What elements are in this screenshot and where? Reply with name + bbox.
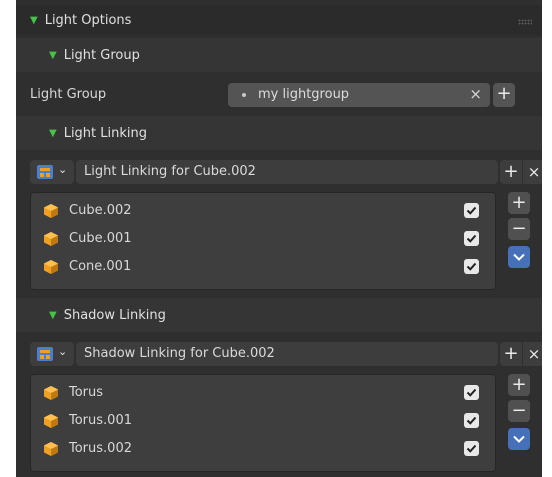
triangle-down-icon: ▼ [30, 14, 38, 26]
left-gutter [0, 0, 16, 477]
shadow-linking-section-label: Shadow Linking [63, 307, 166, 323]
unlink-collection-button[interactable]: × [523, 160, 542, 184]
include-checkbox[interactable] [464, 413, 479, 428]
triangle-down-icon: ▼ [49, 127, 57, 139]
clear-icon[interactable]: × [469, 85, 482, 103]
bullet-icon [242, 93, 246, 97]
light-linking-collection-name: Light Linking for Cube.002 [84, 164, 256, 179]
light-linking-collection-field[interactable]: Light Linking for Cube.002 [76, 160, 498, 184]
properties-frame: ▼ Light Options ▼ Light Group Light Grou… [0, 0, 552, 477]
list-item[interactable]: Torus [39, 381, 487, 405]
light-options-header[interactable]: ▼ Light Options [16, 5, 542, 35]
include-checkbox[interactable] [464, 203, 479, 218]
chevron-down-icon: ⌄ [58, 345, 68, 358]
collection-browse-button[interactable]: ⌄ [30, 160, 74, 184]
collection-browse-button[interactable]: ⌄ [30, 342, 74, 366]
remove-item-button[interactable]: − [508, 400, 530, 422]
checkmark-icon [466, 444, 477, 453]
triangle-down-icon: ▼ [49, 49, 57, 61]
shadow-linking-subpanel-header[interactable]: ▼ Shadow Linking [16, 298, 542, 332]
shadow-linking-collection-field[interactable]: Shadow Linking for Cube.002 [76, 342, 498, 366]
list-item-name: Torus.001 [69, 413, 132, 428]
light-linking-subpanel-header[interactable]: ▼ Light Linking [16, 116, 542, 150]
shadow-linking-collection-bar: ⌄ Shadow Linking for Cube.002 + × [30, 342, 542, 366]
light-options-panel: ▼ Light Options ▼ Light Group Light Grou… [16, 0, 542, 477]
mesh-object-icon [44, 260, 58, 274]
light-group-field[interactable]: my lightgroup × [228, 83, 490, 107]
list-item[interactable]: Torus.002 [39, 437, 487, 461]
mesh-object-icon [44, 232, 58, 246]
mesh-object-icon [44, 204, 58, 218]
list-item-name: Cone.001 [69, 259, 132, 274]
list-item[interactable]: Cube.002 [39, 199, 487, 223]
light-group-section-label: Light Group [63, 47, 140, 63]
list-item-name: Torus.002 [69, 441, 132, 456]
light-group-subpanel-header[interactable]: ▼ Light Group [16, 38, 542, 72]
include-checkbox[interactable] [464, 231, 479, 246]
list-item-name: Cube.001 [69, 231, 132, 246]
list-item[interactable]: Torus.001 [39, 409, 487, 433]
light-linking-section-label: Light Linking [63, 125, 148, 141]
light-linking-collection-bar: ⌄ Light Linking for Cube.002 + × [30, 160, 542, 184]
list-item[interactable]: Cone.001 [39, 255, 487, 279]
chevron-down-icon [513, 253, 525, 261]
mesh-object-icon [44, 386, 58, 400]
include-checkbox[interactable] [464, 385, 479, 400]
light-group-value: my lightgroup [258, 87, 350, 102]
drag-grip-icon[interactable] [518, 19, 532, 25]
add-item-button[interactable]: + [508, 192, 530, 214]
collection-icon [37, 165, 53, 179]
unlink-collection-button[interactable]: × [523, 342, 542, 366]
triangle-down-icon: ▼ [49, 309, 57, 321]
checkmark-icon [466, 388, 477, 397]
add-light-group-button[interactable]: + [493, 83, 515, 107]
list-item-name: Torus [69, 385, 104, 400]
list-item-name: Cube.002 [69, 203, 132, 218]
specials-menu-button[interactable] [508, 428, 530, 450]
new-collection-button[interactable]: + [500, 342, 522, 366]
include-checkbox[interactable] [464, 441, 479, 456]
right-gutter [542, 0, 552, 477]
chevron-down-icon [513, 435, 525, 443]
light-group-row: Light Group my lightgroup × + [16, 80, 542, 110]
remove-item-button[interactable]: − [508, 218, 530, 240]
shadow-linking-collection-name: Shadow Linking for Cube.002 [84, 346, 275, 361]
checkmark-icon [466, 234, 477, 243]
checkmark-icon [466, 206, 477, 215]
chevron-down-icon: ⌄ [58, 163, 68, 176]
include-checkbox[interactable] [464, 259, 479, 274]
checkmark-icon [466, 416, 477, 425]
light-options-label: Light Options [44, 12, 132, 28]
collection-icon [37, 347, 53, 361]
list-item[interactable]: Cube.001 [39, 227, 487, 251]
specials-menu-button[interactable] [508, 246, 530, 268]
shadow-linking-list[interactable]: Torus Torus.001 Torus.002 [30, 374, 496, 472]
mesh-object-icon [44, 442, 58, 456]
new-collection-button[interactable]: + [500, 160, 522, 184]
light-group-label: Light Group [30, 87, 107, 102]
checkmark-icon [466, 262, 477, 271]
light-linking-list[interactable]: Cube.002 Cube.001 Cone.001 [30, 192, 496, 290]
add-item-button[interactable]: + [508, 374, 530, 396]
mesh-object-icon [44, 414, 58, 428]
